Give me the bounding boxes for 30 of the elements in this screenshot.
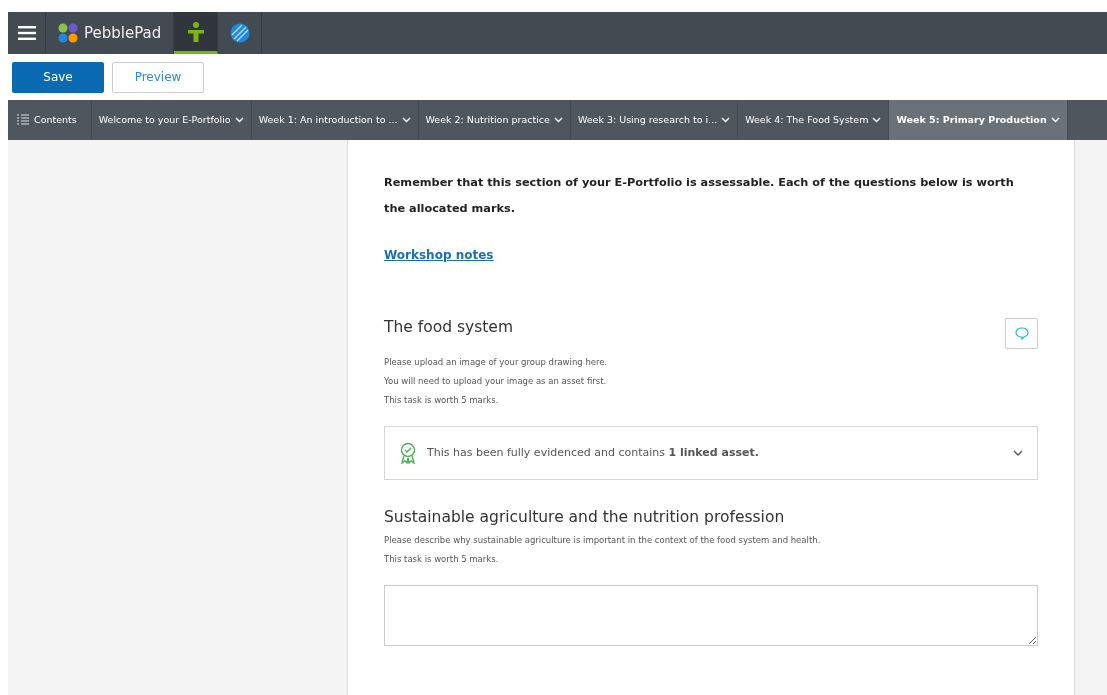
list-icon	[16, 114, 30, 126]
chevron-icon	[1013, 450, 1023, 456]
page-tab[interactable]: Week 5: Primary Production	[889, 100, 1068, 140]
comment-icon	[1014, 327, 1029, 340]
chevron-icon	[872, 117, 882, 123]
chevron-icon	[1050, 117, 1060, 123]
menu-icon[interactable]	[17, 26, 36, 40]
chevron-icon	[234, 117, 244, 123]
intro-text: Remember that this section of your E-Portfolio is assessable. Each of the questions below is worth the allocated marks.	[384, 175, 1015, 217]
task-instruction: This task is worth 5 marks.	[384, 394, 500, 406]
globe-icon[interactable]	[229, 23, 250, 43]
save-button[interactable]: Save	[12, 61, 104, 93]
task-title: Sustainable agriculture and the nutrition profession	[384, 508, 785, 527]
task-instruction: You will need to upload your image as an asset first.	[384, 375, 608, 387]
award-icon	[399, 442, 417, 464]
evidence-status: This has been fully evidenced and contains 1 linked asset.	[427, 444, 760, 461]
logo-icon	[58, 23, 78, 43]
chevron-icon	[553, 117, 563, 123]
workshop-notes-link[interactable]: Workshop notes	[384, 246, 494, 264]
person-icon[interactable]	[187, 21, 204, 42]
task-instruction: Please describe why sustainable agriculture is important in the context of the food system and health.	[384, 533, 822, 546]
preview-button[interactable]: Preview	[112, 61, 204, 93]
task-instruction: Please upload an image of your group drawing here.	[384, 356, 609, 368]
chevron-icon	[401, 117, 411, 123]
task-title: The food system	[384, 318, 513, 337]
answer-field[interactable]	[384, 584, 1038, 646]
task-instruction: This task is worth 5 marks.	[384, 552, 500, 565]
chevron-icon	[721, 117, 731, 123]
evidence-panel[interactable]: This has been fully evidenced and contains 1 linked asset.	[384, 426, 1038, 480]
app-name: PebblePad	[84, 22, 162, 44]
